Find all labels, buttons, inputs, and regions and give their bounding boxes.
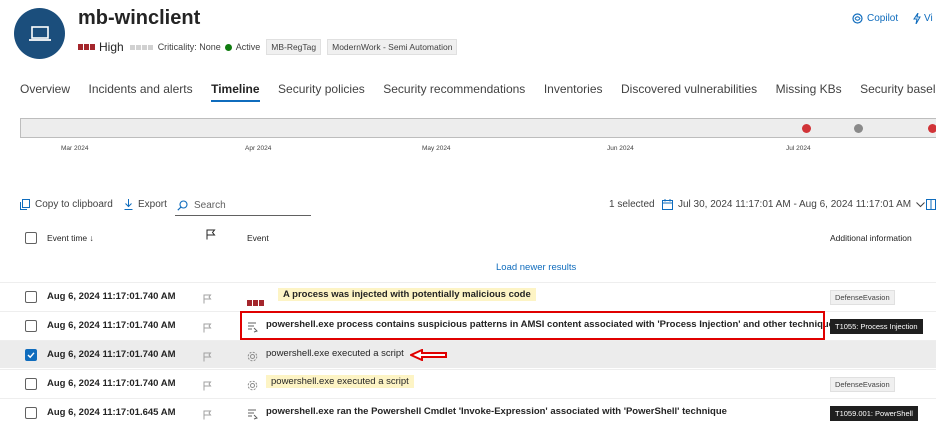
row-checkbox[interactable] [25,349,37,361]
criticality-label: Criticality: None [157,42,221,52]
criticality-indicator [129,44,153,50]
flag-icon[interactable] [203,349,212,367]
download-icon [124,199,133,210]
annotation-arrow-icon [410,349,447,361]
checkmark-icon [27,352,35,359]
row-checkbox[interactable] [25,320,37,332]
date-range-label: Jul 30, 2024 11:17:01 AM - Aug 6, 2024 1… [678,199,912,210]
search-box[interactable] [175,196,311,216]
device-name: mb-winclient [78,7,201,29]
event-time: Aug 6, 2024 11:17:01.740 AM [47,349,176,360]
copilot-label: Copilot [867,13,899,24]
copy-label: Copy to clipboard [35,199,113,210]
event-time: Aug 6, 2024 11:17:01.740 AM [47,320,176,331]
tab-incidents-and-alerts[interactable]: Incidents and alerts [89,82,193,102]
event-description[interactable]: A process was injected with potentially … [278,288,536,301]
severity-high-icon [247,293,267,311]
columns-icon [926,199,936,210]
selected-count: 1 selected [609,199,655,210]
event-description[interactable]: powershell.exe executed a script [266,348,404,359]
select-all-checkbox[interactable] [25,232,37,244]
laptop-icon [28,25,51,41]
tab-missing-kbs[interactable]: Missing KBs [776,82,842,102]
flag-icon[interactable] [203,407,212,424]
column-header-event[interactable]: Event [247,233,269,243]
timeline-month: Jul 2024 [786,145,811,152]
alert-marker[interactable] [802,124,811,133]
tab-inventories[interactable]: Inventories [544,82,603,102]
tab-security-policies[interactable]: Security policies [278,82,365,102]
annotation-highlight-box [240,311,825,340]
device-status: Active [235,42,261,52]
device-tabs: Overview Incidents and alerts Timeline S… [20,82,936,102]
event-description[interactable]: powershell.exe executed a script [266,375,414,388]
event-marker[interactable] [854,124,863,133]
alert-marker[interactable] [928,124,936,133]
view-label: Vi [924,13,933,24]
timeline-toolbar: Copy to clipboard Export 1 selected Jul … [20,199,936,219]
device-tag[interactable]: MB-RegTag [266,39,322,55]
script-content-icon [247,407,258,424]
sort-down-icon: ↓ [89,233,94,243]
gear-icon [247,349,258,367]
column-label: Event time [47,233,88,243]
copilot-icon [852,13,863,24]
table-row[interactable]: Aug 6, 2024 11:17:01.740 AM powershell.e… [0,369,936,397]
timeline-month: Jun 2024 [607,145,634,152]
mitre-tag[interactable]: DefenseEvasion [830,290,895,305]
timeline-month: Apr 2024 [245,145,272,152]
search-icon [177,200,188,211]
row-checkbox[interactable] [25,407,37,419]
calendar-icon [662,199,673,210]
timeline-chart[interactable] [20,118,936,138]
mitre-tag[interactable]: T1055: Process Injection [830,319,923,334]
export-button[interactable]: Export [124,199,167,210]
row-checkbox[interactable] [25,378,37,390]
risk-level-label: High [99,40,124,54]
device-avatar [14,8,65,59]
chevron-down-icon [916,201,925,207]
event-time: Aug 6, 2024 11:17:01.740 AM [47,378,176,389]
tab-discovered-vulnerabilities[interactable]: Discovered vulnerabilities [621,82,757,102]
flag-icon[interactable] [203,378,212,396]
export-label: Export [138,199,167,210]
copy-to-clipboard-button[interactable]: Copy to clipboard [20,199,113,210]
risk-level-indicator [78,44,95,50]
search-input[interactable] [194,200,304,211]
tab-security-baselines[interactable]: Security baselines [860,82,936,102]
status-dot-icon [224,43,232,51]
event-time: Aug 6, 2024 11:17:01.645 AM [47,407,176,418]
flag-icon[interactable] [203,320,212,338]
event-description[interactable]: powershell.exe ran the Powershell Cmdlet… [266,406,727,417]
table-row[interactable]: Aug 6, 2024 11:17:01.645 AM powershell.e… [0,398,936,424]
copy-icon [20,199,30,210]
tab-timeline[interactable]: Timeline [211,82,261,102]
table-row[interactable]: Aug 6, 2024 11:17:01.740 AM A process wa… [0,282,936,310]
tab-overview[interactable]: Overview [20,82,70,102]
table-header: Event time ↓ Event Additional informatio… [0,228,936,248]
mitre-tag[interactable]: T1059.001: PowerShell [830,406,918,421]
column-header-additional-information[interactable]: Additional information [830,233,912,243]
table-row[interactable]: Aug 6, 2024 11:17:01.740 AM powershell.e… [0,340,936,368]
load-newer-results-link[interactable]: Load newer results [496,262,576,273]
copilot-button[interactable]: Copilot [852,13,898,24]
tab-security-recommendations[interactable]: Security recommendations [383,82,525,102]
row-checkbox[interactable] [25,291,37,303]
flag-icon[interactable] [203,291,212,309]
lightning-icon [913,13,921,24]
column-header-flag[interactable] [206,229,216,242]
flag-icon [206,229,216,240]
view-button[interactable]: Vi [913,13,933,24]
date-range-picker[interactable]: Jul 30, 2024 11:17:01 AM - Aug 6, 2024 1… [662,199,925,210]
column-header-event-time[interactable]: Event time ↓ [47,233,94,243]
gear-icon [247,378,258,396]
device-tag[interactable]: ModernWork - Semi Automation [327,39,458,55]
device-meta: High Criticality: None Active MB-RegTag … [78,39,458,55]
mitre-tag[interactable]: DefenseEvasion [830,377,895,392]
timeline-month: Mar 2024 [61,145,89,152]
timeline-month: May 2024 [422,145,451,152]
event-time: Aug 6, 2024 11:17:01.740 AM [47,291,176,302]
columns-button[interactable] [926,199,936,210]
